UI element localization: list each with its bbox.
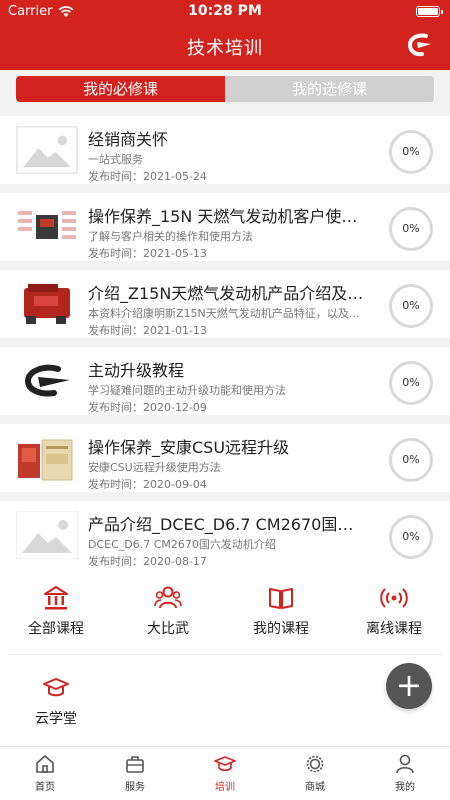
course-item[interactable]: 介绍_Z15N天燃气发动机产品介绍及使用 本资料介绍康明斯Z15N天燃气发动机产… — [0, 270, 450, 338]
cummins-logo-thumbnail — [16, 357, 78, 405]
app-header: Carrier 10:28 PM 技术培训 — [0, 0, 450, 70]
graduation-cap-icon — [43, 678, 69, 697]
course-title: 介绍_Z15N天燃气发动机产品介绍及使用 — [88, 284, 368, 303]
users-icon — [154, 586, 182, 609]
nav-service[interactable]: 服务 — [90, 747, 180, 800]
course-desc: 安康CSU远程升级使用方法 — [88, 461, 221, 474]
course-thumbnail — [16, 203, 78, 251]
course-title: 经销商关怀 — [88, 130, 169, 149]
nav-label: 服务 — [125, 782, 145, 793]
course-desc: 一站式服务 — [88, 153, 143, 166]
tab-required-courses[interactable]: 我的必修课 — [16, 76, 225, 102]
broadcast-icon — [380, 588, 408, 608]
grid-item-offline-courses[interactable]: 离线课程 — [338, 584, 450, 638]
course-item[interactable]: 产品介绍_DCEC_D6.7 CM2670国六发动机 DCEC_D6.7 CM2… — [0, 501, 450, 569]
battery-icon — [416, 6, 443, 17]
course-thumbnail — [16, 434, 78, 482]
grid-item-all-courses[interactable]: 全部课程 — [0, 584, 112, 638]
course-item[interactable]: 经销商关怀 一站式服务 发布时间：2021-05-24 0% — [0, 116, 450, 184]
nav-mine[interactable]: 我的 — [360, 747, 450, 800]
briefcase-icon — [126, 756, 144, 773]
gear-icon — [306, 755, 324, 773]
course-item[interactable]: 主动升级教程 学习疑难问题的主动升级功能和使用方法 发布时间：2020-12-0… — [0, 347, 450, 415]
user-icon — [396, 754, 414, 774]
course-date: 发布时间：2020-12-09 — [88, 401, 207, 414]
course-desc: 学习疑难问题的主动升级功能和使用方法 — [88, 384, 286, 397]
course-desc: 了解与客户相关的操作和使用方法 — [88, 230, 253, 243]
grid-label: 全部课程 — [28, 621, 84, 637]
course-title: 操作保养_15N 天燃气发动机客户使用培训 — [88, 207, 368, 226]
course-list: 经销商关怀 一站式服务 发布时间：2021-05-24 0% 操作保养_15N … — [0, 116, 450, 578]
nav-mall[interactable]: 商城 — [270, 747, 360, 800]
course-date: 发布时间：2021-05-13 — [88, 247, 207, 260]
progress-ring: 0% — [389, 438, 433, 482]
nav-label: 商城 — [305, 782, 325, 793]
tab-elective-courses[interactable]: 我的选修课 — [225, 76, 434, 102]
nav-label: 培训 — [215, 782, 235, 793]
grid-label: 我的课程 — [253, 621, 309, 637]
divider — [8, 654, 442, 655]
graduation-cap-icon — [214, 756, 236, 772]
course-title: 产品介绍_DCEC_D6.7 CM2670国六发动机 — [88, 515, 368, 534]
image-placeholder-icon — [16, 126, 78, 174]
progress-ring: 0% — [389, 207, 433, 251]
nav-home[interactable]: 首页 — [0, 747, 90, 800]
grid-label: 离线课程 — [366, 621, 422, 637]
course-title: 主动升级教程 — [88, 361, 185, 380]
grid-item-my-courses[interactable]: 我的课程 — [225, 584, 337, 638]
progress-ring: 0% — [389, 284, 433, 328]
course-thumbnail — [16, 280, 78, 328]
grid-item-cloud-school[interactable]: 云学堂 — [0, 674, 112, 728]
bank-icon — [44, 586, 68, 610]
course-desc: DCEC_D6.7 CM2670国六发动机介绍 — [88, 538, 276, 551]
course-item[interactable]: 操作保养_安康CSU远程升级 安康CSU远程升级使用方法 发布时间：2020-0… — [0, 424, 450, 492]
progress-ring: 0% — [389, 515, 433, 559]
course-item[interactable]: 操作保养_15N 天燃气发动机客户使用培训 了解与客户相关的操作和使用方法 发布… — [0, 193, 450, 261]
course-tabs: 我的必修课 我的选修课 — [16, 76, 434, 102]
image-placeholder-icon — [16, 511, 78, 559]
home-icon — [36, 755, 54, 773]
course-desc: 本资料介绍康明斯Z15N天燃气发动机产品特征，以及使用 — [88, 307, 370, 320]
nav-label: 首页 — [35, 782, 55, 793]
course-date: 发布时间：2020-09-04 — [88, 478, 207, 491]
bottom-nav: 首页 服务 培训 商城 我的 — [0, 746, 450, 800]
course-date: 发布时间：2021-01-13 — [88, 324, 207, 337]
status-bar: Carrier 10:28 PM — [0, 0, 450, 24]
feature-panel: 全部课程 大比武 我的课程 离线课程 云学堂 — [0, 566, 450, 746]
progress-ring: 0% — [389, 361, 433, 405]
nav-training[interactable]: 培训 — [180, 747, 270, 800]
grid-label: 云学堂 — [35, 711, 77, 727]
cummins-logo-icon — [407, 33, 431, 57]
book-icon — [269, 588, 293, 609]
add-button[interactable]: + — [386, 663, 432, 709]
status-time: 10:28 PM — [188, 3, 262, 19]
grid-label: 大比武 — [147, 621, 189, 637]
course-date: 发布时间：2021-05-24 — [88, 170, 207, 183]
progress-ring: 0% — [389, 130, 433, 174]
page-title: 技术培训 — [187, 38, 263, 59]
nav-label: 我的 — [395, 782, 415, 793]
grid-item-competition[interactable]: 大比武 — [112, 584, 224, 638]
course-title: 操作保养_安康CSU远程升级 — [88, 438, 290, 457]
